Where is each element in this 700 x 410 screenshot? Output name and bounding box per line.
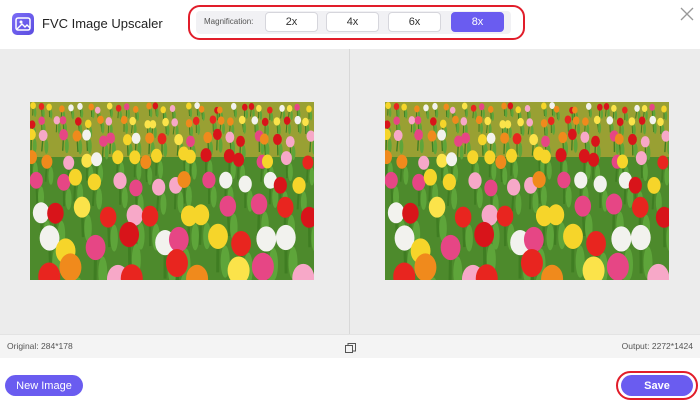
app-title: FVC Image Upscaler [42,16,163,31]
magnification-label: Magnification: [204,17,254,26]
magnification-bar: Magnification: 2x 4x 6x 8x [196,11,511,34]
magnification-4x-button[interactable]: 4x [326,12,379,32]
info-bar: Original: 284*178 Output: 2272*1424 [0,334,700,358]
preview-area [0,49,700,334]
magnification-6x-button[interactable]: 6x [388,12,441,32]
output-size-label: Output: 2272*1424 [621,341,693,351]
close-icon[interactable] [679,6,695,22]
magnification-8x-button[interactable]: 8x [451,12,504,32]
magnification-2x-button[interactable]: 2x [265,12,318,32]
header: FVC Image Upscaler Magnification: 2x 4x … [0,0,700,48]
preview-divider [349,49,350,334]
new-image-button[interactable]: New Image [5,375,83,396]
save-button[interactable]: Save [621,375,693,396]
original-size-label: Original: 284*178 [7,341,73,351]
output-image [385,102,669,280]
original-image [30,102,314,280]
image-icon [12,13,34,35]
compare-icon[interactable] [345,341,356,353]
